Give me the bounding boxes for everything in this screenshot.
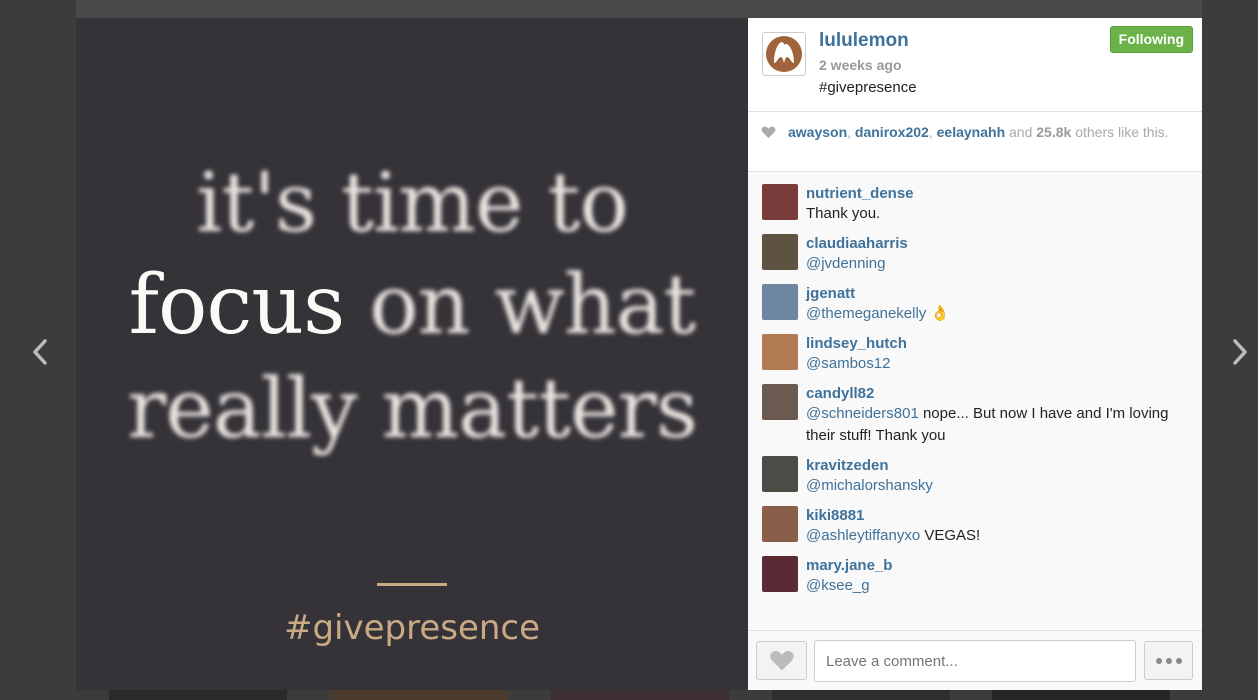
commenter-username[interactable]: jgenatt [806,284,949,303]
commenter-username[interactable]: lindsey_hutch [806,334,907,353]
comment-body: kiki8881 @ashleytiffanyxo VEGAS! [806,506,980,547]
photo-text-focus: focus [128,258,346,353]
comment-text: VEGAS! [920,527,981,544]
likes-and: and [1005,124,1037,140]
commenter-avatar[interactable] [762,334,798,370]
comment-item: kravitzeden @michalorshansky [762,456,1188,497]
lululemon-logo [766,36,802,72]
comment-body: kravitzeden @michalorshansky [806,456,933,497]
previous-post-button[interactable] [20,330,60,374]
photo-text-line: really matters [127,362,698,457]
commenter-username[interactable]: claudiaaharris [806,234,908,253]
next-post-button[interactable] [1220,330,1258,374]
comment-item: jgenatt @themeganekelly 👌 [762,284,1188,325]
comment-mention[interactable]: @schneiders801 [806,405,919,422]
commenter-username[interactable]: kravitzeden [806,456,933,475]
more-options-button[interactable] [1144,641,1193,680]
comment-mention[interactable]: @themeganekelly [806,305,926,322]
comment-item: lindsey_hutch @sambos12 [762,334,1188,375]
more-dots-icon [1175,657,1182,664]
commenter-username[interactable]: mary.jane_b [806,556,892,575]
post-header: lululemon 2 weeks ago #givepresence Foll… [748,18,1202,112]
liker-separator: , [928,124,937,140]
liker-link[interactable]: danirox202 [855,124,929,140]
comment-item: mary.jane_b @ksee_g [762,556,1188,597]
comment-body: nutrient_dense Thank you. [806,184,914,225]
heart-icon [761,126,776,139]
chevron-left-icon [33,339,47,365]
comment-item: claudiaaharris @jvdenning [762,234,1188,275]
likes-count[interactable]: 25.8k [1036,124,1071,140]
commenter-username[interactable]: candyll82 [806,384,1188,403]
comment-mention[interactable]: @sambos12 [806,355,890,372]
post-timestamp[interactable]: 2 weeks ago [819,57,902,73]
comment-mention[interactable]: @michalorshansky [806,477,933,494]
comment-mention[interactable]: @jvdenning [806,255,885,272]
commenter-username[interactable]: kiki8881 [806,506,980,525]
photo-text-rest: on what [369,258,696,353]
comment-mention[interactable]: @ksee_g [806,577,870,594]
user-avatar[interactable] [762,32,806,76]
comment-input[interactable] [814,640,1136,682]
comment-body: lindsey_hutch @sambos12 [806,334,907,375]
comment-item: kiki8881 @ashleytiffanyxo VEGAS! [762,506,1188,547]
liker-link[interactable]: awayson [788,124,847,140]
backdrop-strip [76,0,1202,18]
like-button[interactable] [756,641,807,680]
post-modal: it's time to focus on what really matter… [76,18,1202,690]
commenter-avatar[interactable] [762,456,798,492]
commenter-avatar[interactable] [762,184,798,220]
likes-summary: awayson, danirox202, eelaynahh and 25.8k… [748,112,1202,172]
liker-link[interactable]: eelaynahh [937,124,1005,140]
liker-separator: , [847,124,855,140]
post-side-panel: lululemon 2 weeks ago #givepresence Foll… [748,18,1202,690]
more-dots-icon [1165,657,1172,664]
commenter-avatar[interactable] [762,234,798,270]
commenter-avatar[interactable] [762,506,798,542]
comment-body: jgenatt @themeganekelly 👌 [806,284,949,325]
post-photo[interactable]: it's time to focus on what really matter… [76,18,748,690]
commenter-avatar[interactable] [762,384,798,420]
heart-icon [769,650,794,670]
comments-list[interactable]: nutrient_dense Thank you. claudiaaharris @j… [748,172,1202,630]
comment-body: claudiaaharris @jvdenning [806,234,908,275]
more-dots-icon [1155,657,1162,664]
likes-suffix: others like this. [1071,124,1169,140]
comment-footer [748,630,1202,690]
photo-text-line: focus on what [76,258,748,353]
commenter-avatar[interactable] [762,556,798,592]
photo-hashtag: #givepresence [283,608,541,648]
commenter-username[interactable]: nutrient_dense [806,184,914,203]
following-button[interactable]: Following [1109,26,1193,53]
post-username[interactable]: lululemon [819,30,909,52]
photo-divider [377,583,447,586]
comment-item: nutrient_dense Thank you. [762,184,1188,225]
comment-mention[interactable]: @ashleytiffanyxo [806,527,920,544]
post-caption: #givepresence [819,79,917,96]
comment-text: 👌 [926,305,950,322]
photo-text-line: it's time to [196,156,629,251]
comment-body: candyll82 @schneiders801 nope... But now … [806,384,1188,447]
comment-text: Thank you. [806,205,881,222]
comment-item: candyll82 @schneiders801 nope... But now … [762,384,1188,447]
commenter-avatar[interactable] [762,284,798,320]
comment-body: mary.jane_b @ksee_g [806,556,892,597]
chevron-right-icon [1233,339,1247,365]
